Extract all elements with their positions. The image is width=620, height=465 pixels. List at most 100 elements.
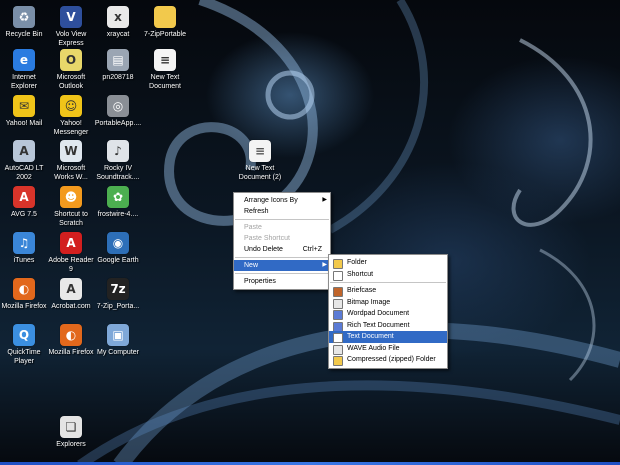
autocad-icon: A bbox=[13, 140, 35, 162]
desktop-icon-label: AVG 7.5 bbox=[11, 211, 37, 218]
firefox-icon: ◐ bbox=[13, 278, 35, 300]
desktop-context-menu: Arrange Icons By ▶ Refresh Paste Paste Short… bbox=[233, 192, 331, 290]
recycle-bin-icon: ♻ bbox=[13, 6, 35, 28]
submenu-item-compressed-zipped-folder[interactable]: Compressed (zipped) Folder bbox=[329, 354, 447, 366]
rich-text-icon bbox=[333, 321, 343, 332]
adobe-reader-icon: A bbox=[60, 232, 82, 254]
wave-audio-icon bbox=[333, 344, 343, 355]
wordpad-icon bbox=[333, 310, 343, 320]
submenu-item-shortcut[interactable]: Shortcut bbox=[329, 269, 447, 281]
works-icon: W bbox=[60, 140, 82, 162]
desktop-icon-label: Microsoft Works W... bbox=[54, 165, 88, 181]
soundtrack-icon: ♪ bbox=[107, 140, 129, 162]
shortcut-icon bbox=[333, 270, 343, 281]
desktop-icon-label: New Text Document (2) bbox=[238, 165, 282, 181]
submenu-item-rich-text-document[interactable]: Rich Text Document bbox=[329, 320, 447, 332]
menu-item-new[interactable]: New ▶ bbox=[234, 260, 330, 271]
desktop-icon-label: Internet Explorer bbox=[10, 74, 38, 90]
acrobat-icon: A bbox=[60, 278, 82, 300]
yahoo-messenger-icon: ☺ bbox=[60, 95, 82, 117]
desktop-icon[interactable]: ❏ Explorers bbox=[47, 414, 95, 465]
menu-separator bbox=[235, 273, 329, 274]
submenu-arrow-icon: ▶ bbox=[322, 262, 327, 268]
desktop-icon-label: 7-ZipPortable bbox=[143, 31, 187, 38]
briefcase-icon bbox=[333, 287, 343, 297]
desktop-icon[interactable]: ≡ New Text Document bbox=[141, 47, 189, 107]
desktop-icon-label: Explorers bbox=[56, 441, 86, 448]
yahoo-mail-icon: ✉ bbox=[13, 95, 35, 117]
desktop-icon-label: Volo View Express bbox=[55, 31, 87, 47]
submenu-item-folder[interactable]: Folder bbox=[329, 257, 447, 269]
desktop-icon-label: Adobe Reader 9 bbox=[48, 257, 94, 273]
submenu-item-wave-audio-file[interactable]: WAVE Audio File bbox=[329, 343, 447, 355]
submenu-item-label: Text Document bbox=[347, 333, 394, 340]
google-earth-icon: ◉ bbox=[107, 232, 129, 254]
desktop-icon[interactable]: ▣ My Computer bbox=[94, 322, 142, 382]
submenu-item-label: Rich Text Document bbox=[347, 321, 410, 329]
desktop-icon-label: Rocky IV Soundtrack.... bbox=[96, 165, 140, 181]
desktop-icon-label: frostwire-4.... bbox=[97, 211, 139, 218]
desktop-icon-label: PortableApp.... bbox=[94, 120, 142, 127]
menu-separator bbox=[330, 282, 446, 283]
desktop-icon-label: Google Earth bbox=[97, 257, 139, 264]
menu-item-paste-shortcut: Paste Shortcut bbox=[234, 233, 330, 244]
my-computer-icon: ▣ bbox=[107, 324, 129, 346]
xraycat-icon: x bbox=[107, 6, 129, 28]
new-text-document-2-icon[interactable]: ≡ New Text Document (2) bbox=[235, 138, 285, 198]
menu-separator bbox=[235, 257, 329, 258]
desktop-icon-label: Mozilla Firefox bbox=[48, 349, 94, 356]
desktop-icon-label: My Computer bbox=[96, 349, 139, 356]
desktop-icon-label: Yahoo! Messenger bbox=[53, 120, 89, 136]
desktop-icon[interactable]: ◐ Mozilla Firefox bbox=[47, 322, 95, 382]
desktop-icon-label: New Text Document bbox=[149, 74, 181, 90]
desktop-icon-label: Recycle Bin bbox=[5, 31, 43, 38]
text-document-icon: ≡ bbox=[249, 140, 271, 162]
desktop-icon-label: Mozilla Firefox bbox=[1, 303, 47, 310]
menu-item-properties[interactable]: Properties bbox=[234, 276, 330, 287]
submenu-item-label: Folder bbox=[347, 259, 367, 266]
submenu-item-text-document[interactable]: Text Document bbox=[329, 331, 447, 343]
text-document-icon bbox=[333, 333, 343, 343]
submenu-item-label: Briefcase bbox=[347, 287, 377, 294]
menu-item-label: Refresh bbox=[244, 208, 269, 215]
submenu-item-label: Shortcut bbox=[347, 270, 374, 278]
desktop-icon-label: Microsoft Outlook bbox=[56, 74, 86, 90]
internet-explorer-icon: e bbox=[13, 49, 35, 71]
text-document-icon: ≡ bbox=[154, 49, 176, 71]
submenu-arrow-icon: ▶ bbox=[322, 197, 327, 203]
scratch-icon: ☻ bbox=[60, 186, 82, 208]
menu-item-arrange-icons-by[interactable]: Arrange Icons By ▶ bbox=[234, 195, 330, 206]
desktop-icon-label: Yahoo! Mail bbox=[5, 120, 43, 127]
submenu-item-label: Compressed (zipped) Folder bbox=[347, 356, 436, 363]
menu-item-label: New bbox=[244, 262, 259, 269]
submenu-item-label: Bitmap Image bbox=[347, 298, 391, 306]
desktop-icon-label: xraycat bbox=[106, 31, 130, 38]
submenu-item-wordpad-document[interactable]: Wordpad Document bbox=[329, 308, 447, 320]
desktop-icon-label: 7-Zip_Porta... bbox=[96, 303, 140, 310]
7zip-icon: 7z bbox=[107, 278, 129, 300]
menu-item-refresh[interactable]: Refresh bbox=[234, 206, 330, 217]
submenu-item-bitmap-image[interactable]: Bitmap Image bbox=[329, 297, 447, 309]
desktop-background[interactable]: ♻ Recycle Bin V Volo View Express x xraycat 7-… bbox=[0, 0, 620, 465]
desktop-icon[interactable]: Q QuickTime Player bbox=[0, 322, 48, 382]
avg-icon: A bbox=[13, 186, 35, 208]
menu-separator bbox=[235, 219, 329, 220]
portableapps-icon: ◎ bbox=[107, 95, 129, 117]
volo-view-icon: V bbox=[60, 6, 82, 28]
menu-item-label: Paste bbox=[244, 224, 262, 231]
outlook-icon: O bbox=[60, 49, 82, 71]
frostwire-icon: ✿ bbox=[107, 186, 129, 208]
menu-item-label: Properties bbox=[244, 278, 276, 285]
menu-item-label: Arrange Icons By bbox=[244, 197, 298, 204]
desktop-icon-label: AutoCAD LT 2002 bbox=[4, 165, 44, 181]
desktop-icon-label: pn208718 bbox=[102, 74, 134, 81]
new-submenu: Folder Shortcut Briefcase Bitmap Image Wordp… bbox=[328, 254, 448, 369]
quicktime-icon: Q bbox=[13, 324, 35, 346]
firefox-icon: ◐ bbox=[60, 324, 82, 346]
menu-item-undo-delete[interactable]: Undo Delete Ctrl+Z bbox=[234, 244, 330, 255]
submenu-item-briefcase[interactable]: Briefcase bbox=[329, 285, 447, 297]
bitmap-icon bbox=[333, 298, 343, 309]
menu-item-shortcut: Ctrl+Z bbox=[302, 246, 322, 253]
folder-icon bbox=[154, 6, 176, 28]
desktop-icon-label: iTunes bbox=[13, 257, 35, 264]
